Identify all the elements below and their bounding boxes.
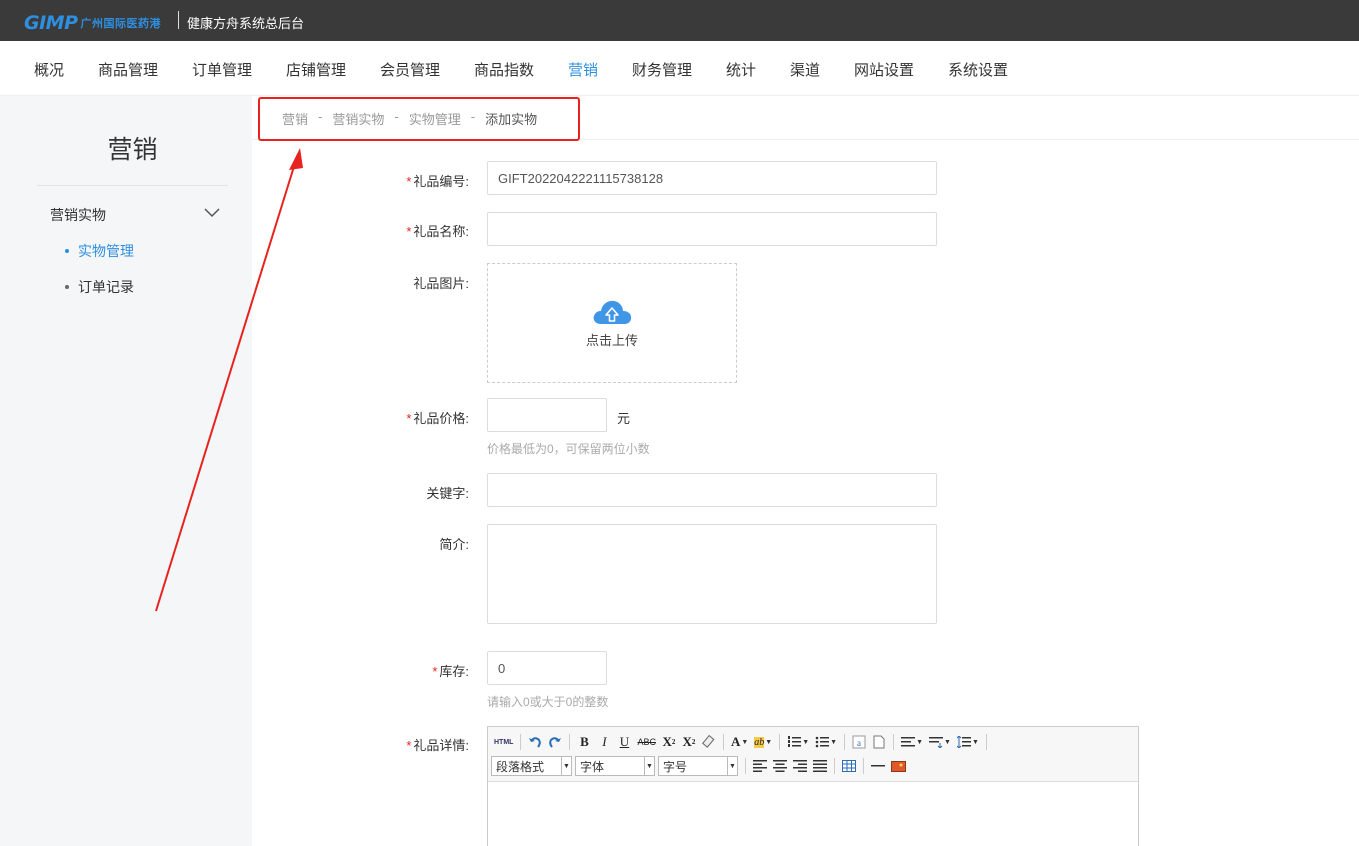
intro-label: 简介:	[439, 537, 469, 552]
line-height-icon[interactable]: ▼	[954, 732, 982, 752]
keywords-label: 关键字:	[426, 486, 469, 501]
nav-item-system-settings[interactable]: 系统设置	[948, 59, 1008, 80]
bullet-icon	[65, 285, 69, 289]
redo-icon[interactable]	[545, 732, 565, 752]
sidebar-item-goods-management[interactable]: 实物管理	[65, 241, 134, 261]
undo-icon[interactable]	[525, 732, 545, 752]
sidebar-title: 营销	[107, 136, 158, 164]
align-left-icon[interactable]	[750, 756, 770, 776]
sidebar-item-label: 订单记录	[78, 279, 134, 295]
system-title: 健康方舟系统总后台	[187, 16, 305, 31]
nav-item-product-index[interactable]: 商品指数	[474, 59, 534, 80]
toolbar-row-1: HTML B I U ABC X2 X2 A ▼ ab ▼ ▼ ▼ a ▼ ▼ ▼	[491, 731, 991, 753]
intro-textarea[interactable]	[487, 524, 937, 624]
paragraph-format-select[interactable]: 段落格式 ▼	[491, 756, 572, 776]
nav-item-marketing[interactable]: 营销	[568, 59, 598, 80]
paragraph-spacing-bottom-icon[interactable]: ▼	[926, 732, 954, 752]
cloud-upload-icon	[593, 300, 632, 324]
ordered-list-icon[interactable]: ▼	[784, 732, 812, 752]
nav-item-site-settings[interactable]: 网站设置	[854, 59, 914, 80]
annotation-highlight-box	[258, 97, 580, 141]
align-justify-icon[interactable]	[810, 756, 830, 776]
paragraph-spacing-top-icon[interactable]: ▼	[898, 732, 926, 752]
main-nav: 概况 商品管理 订单管理 店铺管理 会员管理 商品指数 营销 财务管理 统计 渠…	[0, 41, 1359, 96]
nav-item-channels[interactable]: 渠道	[790, 59, 820, 80]
sidebar-divider	[37, 185, 228, 186]
nav-item-orders[interactable]: 订单管理	[192, 59, 252, 80]
italic-icon[interactable]: I	[594, 732, 614, 752]
sidebar-item-label: 实物管理	[78, 243, 134, 259]
rich-text-editor[interactable]: HTML B I U ABC X2 X2 A ▼ ab ▼ ▼ ▼ a ▼ ▼ ▼	[487, 726, 1139, 846]
superscript-icon[interactable]: X2	[659, 732, 679, 752]
bullet-icon	[65, 249, 69, 253]
price-unit: 元	[617, 411, 631, 426]
highlight-color-icon[interactable]: ab ▼	[751, 732, 775, 752]
gift-price-input[interactable]	[487, 398, 607, 432]
horizontal-rule-icon[interactable]	[868, 756, 888, 776]
upload-text: 点击上传	[585, 332, 638, 348]
details-label: * 礼品详情:	[406, 738, 469, 753]
strikethrough-icon[interactable]: ABC	[634, 732, 659, 752]
nav-item-overview[interactable]: 概况	[34, 59, 64, 80]
gift-name-label: * 礼品名称:	[406, 224, 469, 239]
chevron-down-icon[interactable]	[203, 206, 221, 218]
nav-item-statistics[interactable]: 统计	[726, 59, 756, 80]
table-icon[interactable]	[839, 756, 859, 776]
logo-text: 广州国际医药港	[80, 18, 161, 30]
toolbar-row-2: 段落格式 ▼ 字体 ▼ 字号 ▼	[491, 755, 909, 777]
font-color-icon[interactable]: A ▼	[728, 732, 751, 752]
nav-item-products[interactable]: 商品管理	[98, 59, 158, 80]
sidebar: 营销 营销实物 实物管理 订单记录	[0, 96, 252, 846]
stock-hint: 请输入0或大于0的整数	[487, 695, 609, 709]
stock-input[interactable]: 0	[487, 651, 607, 685]
gift-name-input[interactable]	[487, 212, 937, 246]
font-family-select[interactable]: 字体 ▼	[575, 756, 655, 776]
gift-image-label: 礼品图片:	[413, 276, 469, 291]
nav-item-finance[interactable]: 财务管理	[632, 59, 692, 80]
price-hint: 价格最低为0，可保留两位小数	[487, 442, 650, 456]
nav-item-members[interactable]: 会员管理	[380, 59, 440, 80]
gift-price-label: * 礼品价格:	[406, 411, 469, 426]
unordered-list-icon[interactable]: ▼	[812, 732, 840, 752]
align-right-icon[interactable]	[790, 756, 810, 776]
font-size-select[interactable]: 字号 ▼	[658, 756, 738, 776]
logo[interactable]: GIMP 广州国际医药港	[24, 12, 161, 34]
image-upload-area[interactable]: 点击上传	[487, 263, 737, 383]
image-icon[interactable]	[888, 756, 909, 776]
top-header: GIMP 广州国际医药港 健康方舟系统总后台	[0, 0, 1359, 41]
stock-label: * 库存:	[432, 664, 469, 679]
header-divider	[178, 11, 179, 29]
gift-code-label: * 礼品编号:	[406, 174, 469, 189]
subscript-icon[interactable]: X2	[679, 732, 699, 752]
anchor-icon[interactable]: a	[849, 732, 869, 752]
bold-icon[interactable]: B	[574, 732, 594, 752]
nav-item-stores[interactable]: 店铺管理	[286, 59, 346, 80]
logo-mark: GIMP	[24, 12, 78, 34]
editor-toolbar: HTML B I U ABC X2 X2 A ▼ ab ▼ ▼ ▼ a ▼ ▼ ▼	[488, 727, 1138, 782]
eraser-icon[interactable]	[699, 732, 719, 752]
keywords-input[interactable]	[487, 473, 937, 507]
gift-code-input[interactable]: GIFT2022042221115738128	[487, 161, 937, 195]
sidebar-item-order-records[interactable]: 订单记录	[65, 277, 134, 297]
sidebar-group-marketing-goods[interactable]: 营销实物	[50, 205, 106, 225]
svg-text:a: a	[857, 738, 861, 748]
html-source-button[interactable]: HTML	[491, 732, 516, 752]
page-break-icon[interactable]	[869, 732, 889, 752]
align-center-icon[interactable]	[770, 756, 790, 776]
underline-icon[interactable]: U	[614, 732, 634, 752]
